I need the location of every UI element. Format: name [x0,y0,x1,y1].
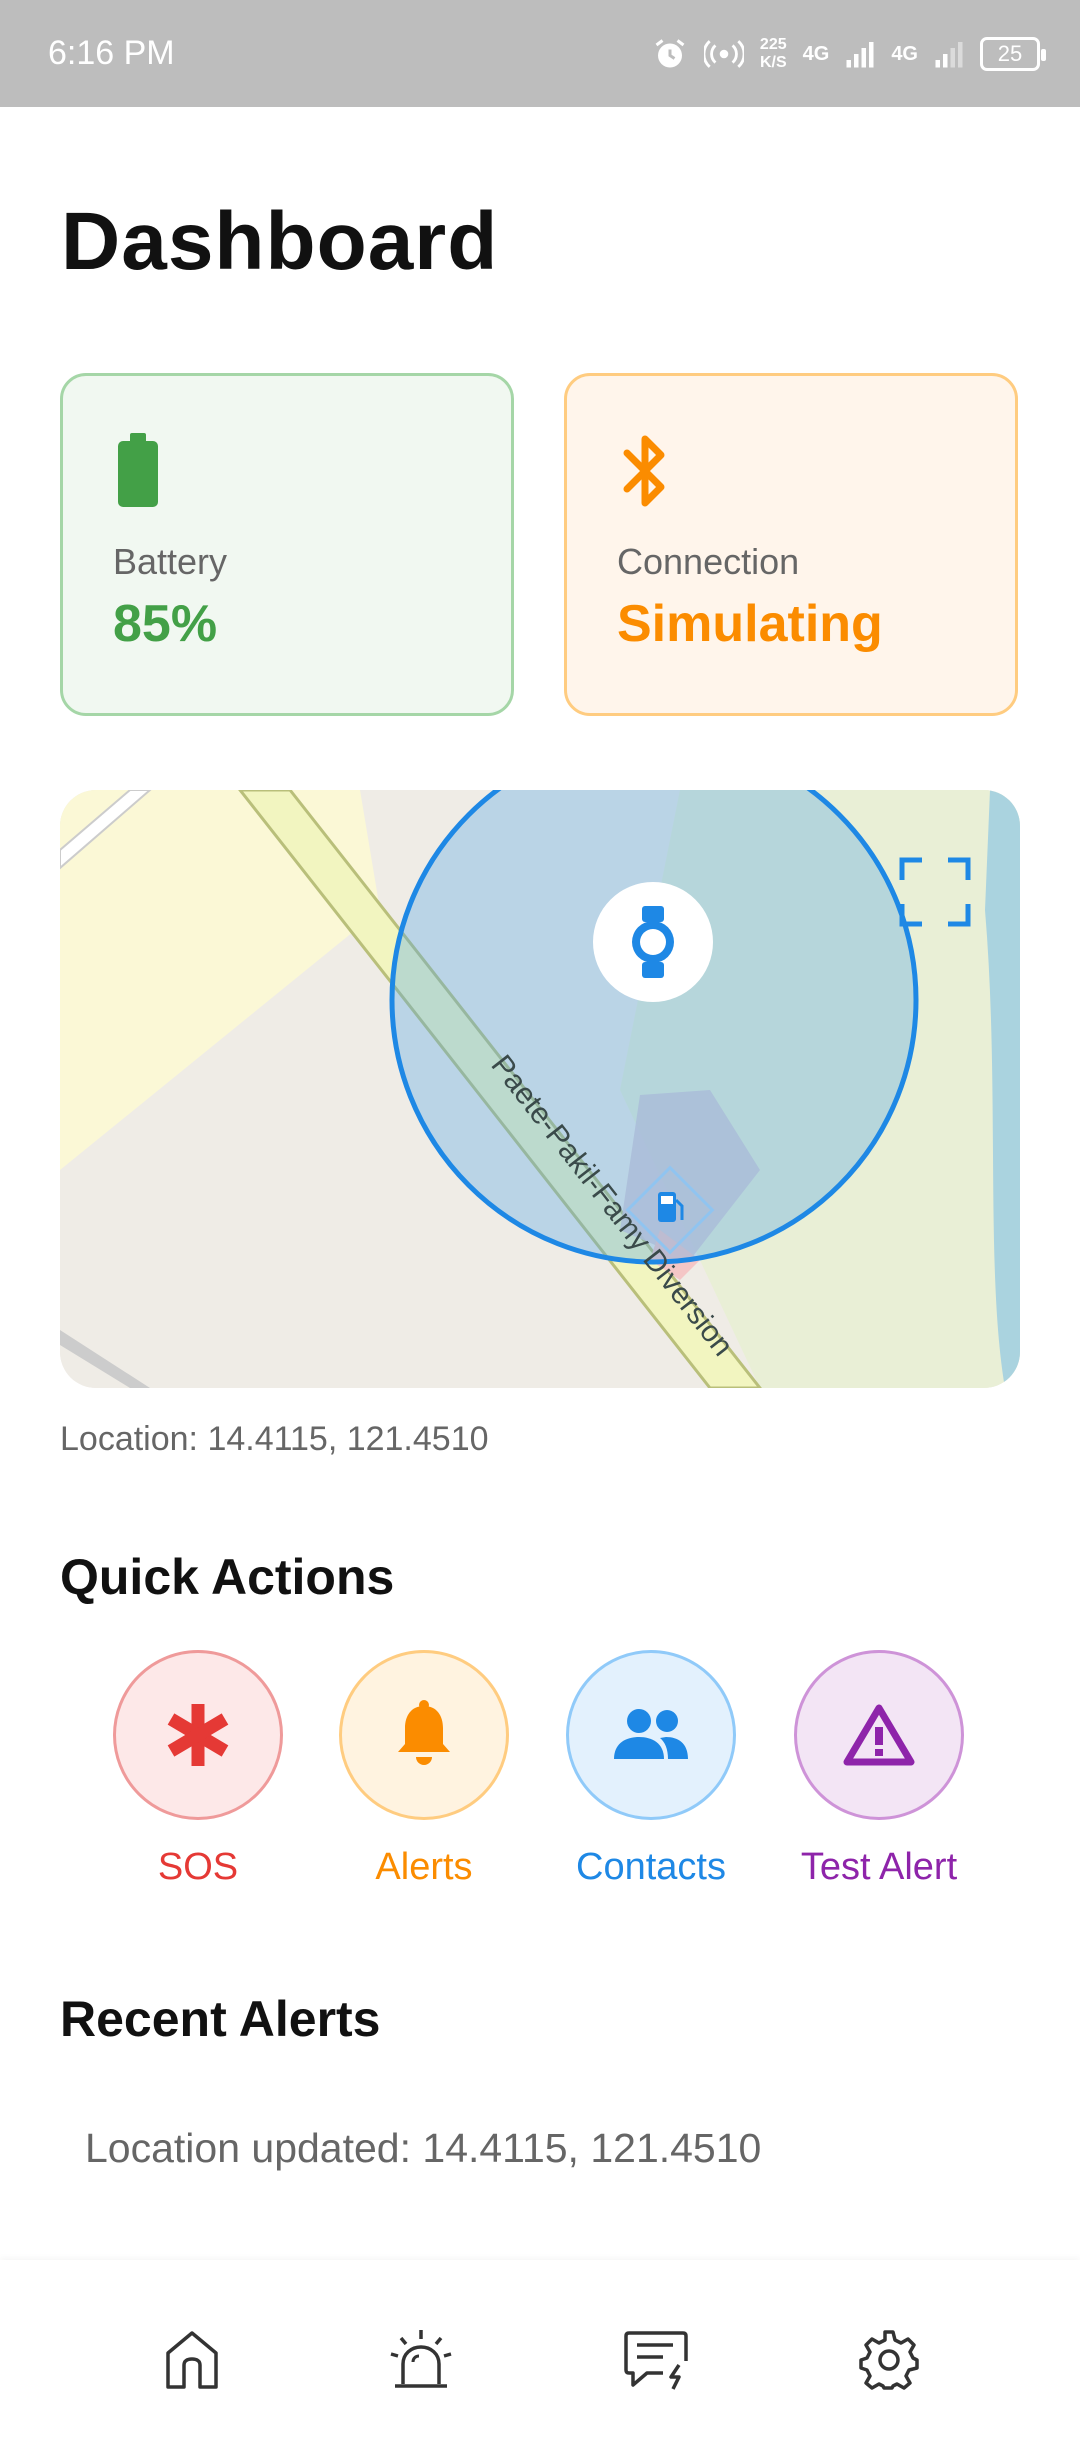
status-bar: 6:16 PM 225 K/S 4G 4G 25 [0,0,1080,107]
location-coordinates: Location: 14.4115, 121.4510 [60,1420,489,1458]
test-alert-label: Test Alert [800,1846,958,1888]
hotspot-icon [703,40,744,68]
signal-icon-2 [935,42,963,68]
nav-home[interactable] [142,2310,242,2410]
alerts-label: Alerts [375,1846,473,1888]
network-type-2: 4G [891,42,918,65]
alert-list-item-partial [85,2210,885,2222]
people-icon [614,1709,688,1759]
map-canvas[interactable]: Paete-Pakil-Famy Diversion [60,790,1020,1388]
home-icon [166,2331,218,2389]
connection-card: Connection Simulating [564,373,1018,716]
signal-icon [846,42,874,68]
gear-icon [859,2330,919,2390]
network-speed: 225 K/S [759,36,787,71]
message-alert-icon [624,2331,688,2390]
contacts-label: Contacts [576,1846,726,1888]
bluetooth-icon [623,435,665,507]
nav-messages[interactable] [606,2310,706,2410]
alarm-icon [655,39,685,68]
nav-alerts[interactable] [371,2310,471,2410]
contacts-circle[interactable] [566,1650,736,1820]
test-alert-circle[interactable] [794,1650,964,1820]
page-title: Dashboard [61,196,499,287]
connection-value: Simulating [617,595,883,653]
quick-actions-title: Quick Actions [60,1549,395,1605]
sos-label: SOS [157,1846,239,1888]
location-map[interactable]: Paete-Pakil-Famy Diversion [60,790,1020,1388]
sos-circle[interactable] [113,1650,283,1820]
bottom-navigation [0,2260,1080,2460]
status-battery: 25 [980,37,1046,71]
warning-icon [843,1704,915,1766]
recent-alerts-title: Recent Alerts [60,1991,381,2047]
network-type-1: 4G [802,42,830,65]
alerts-button[interactable]: Alerts [324,1650,524,1910]
test-alert-button[interactable]: Test Alert [779,1650,979,1910]
battery-value: 85% [113,595,218,653]
siren-icon [390,2330,452,2388]
contacts-button[interactable]: Contacts [551,1650,751,1910]
bell-icon [398,1700,450,1765]
battery-icon [118,433,158,507]
status-time: 6:16 PM [48,34,175,72]
status-icons: 225 K/S 4G 4G 25 [652,28,1046,80]
nav-settings[interactable] [839,2310,939,2410]
alerts-circle[interactable] [339,1650,509,1820]
battery-card: Battery 85% [60,373,514,716]
sos-button[interactable]: SOS [98,1650,298,1910]
connection-label: Connection [617,541,800,582]
watch-marker[interactable] [593,882,713,1002]
asterisk-icon [167,1704,229,1766]
battery-label: Battery [113,541,228,582]
alert-list-item: Location updated: 14.4115, 121.4510 [85,2125,762,2171]
